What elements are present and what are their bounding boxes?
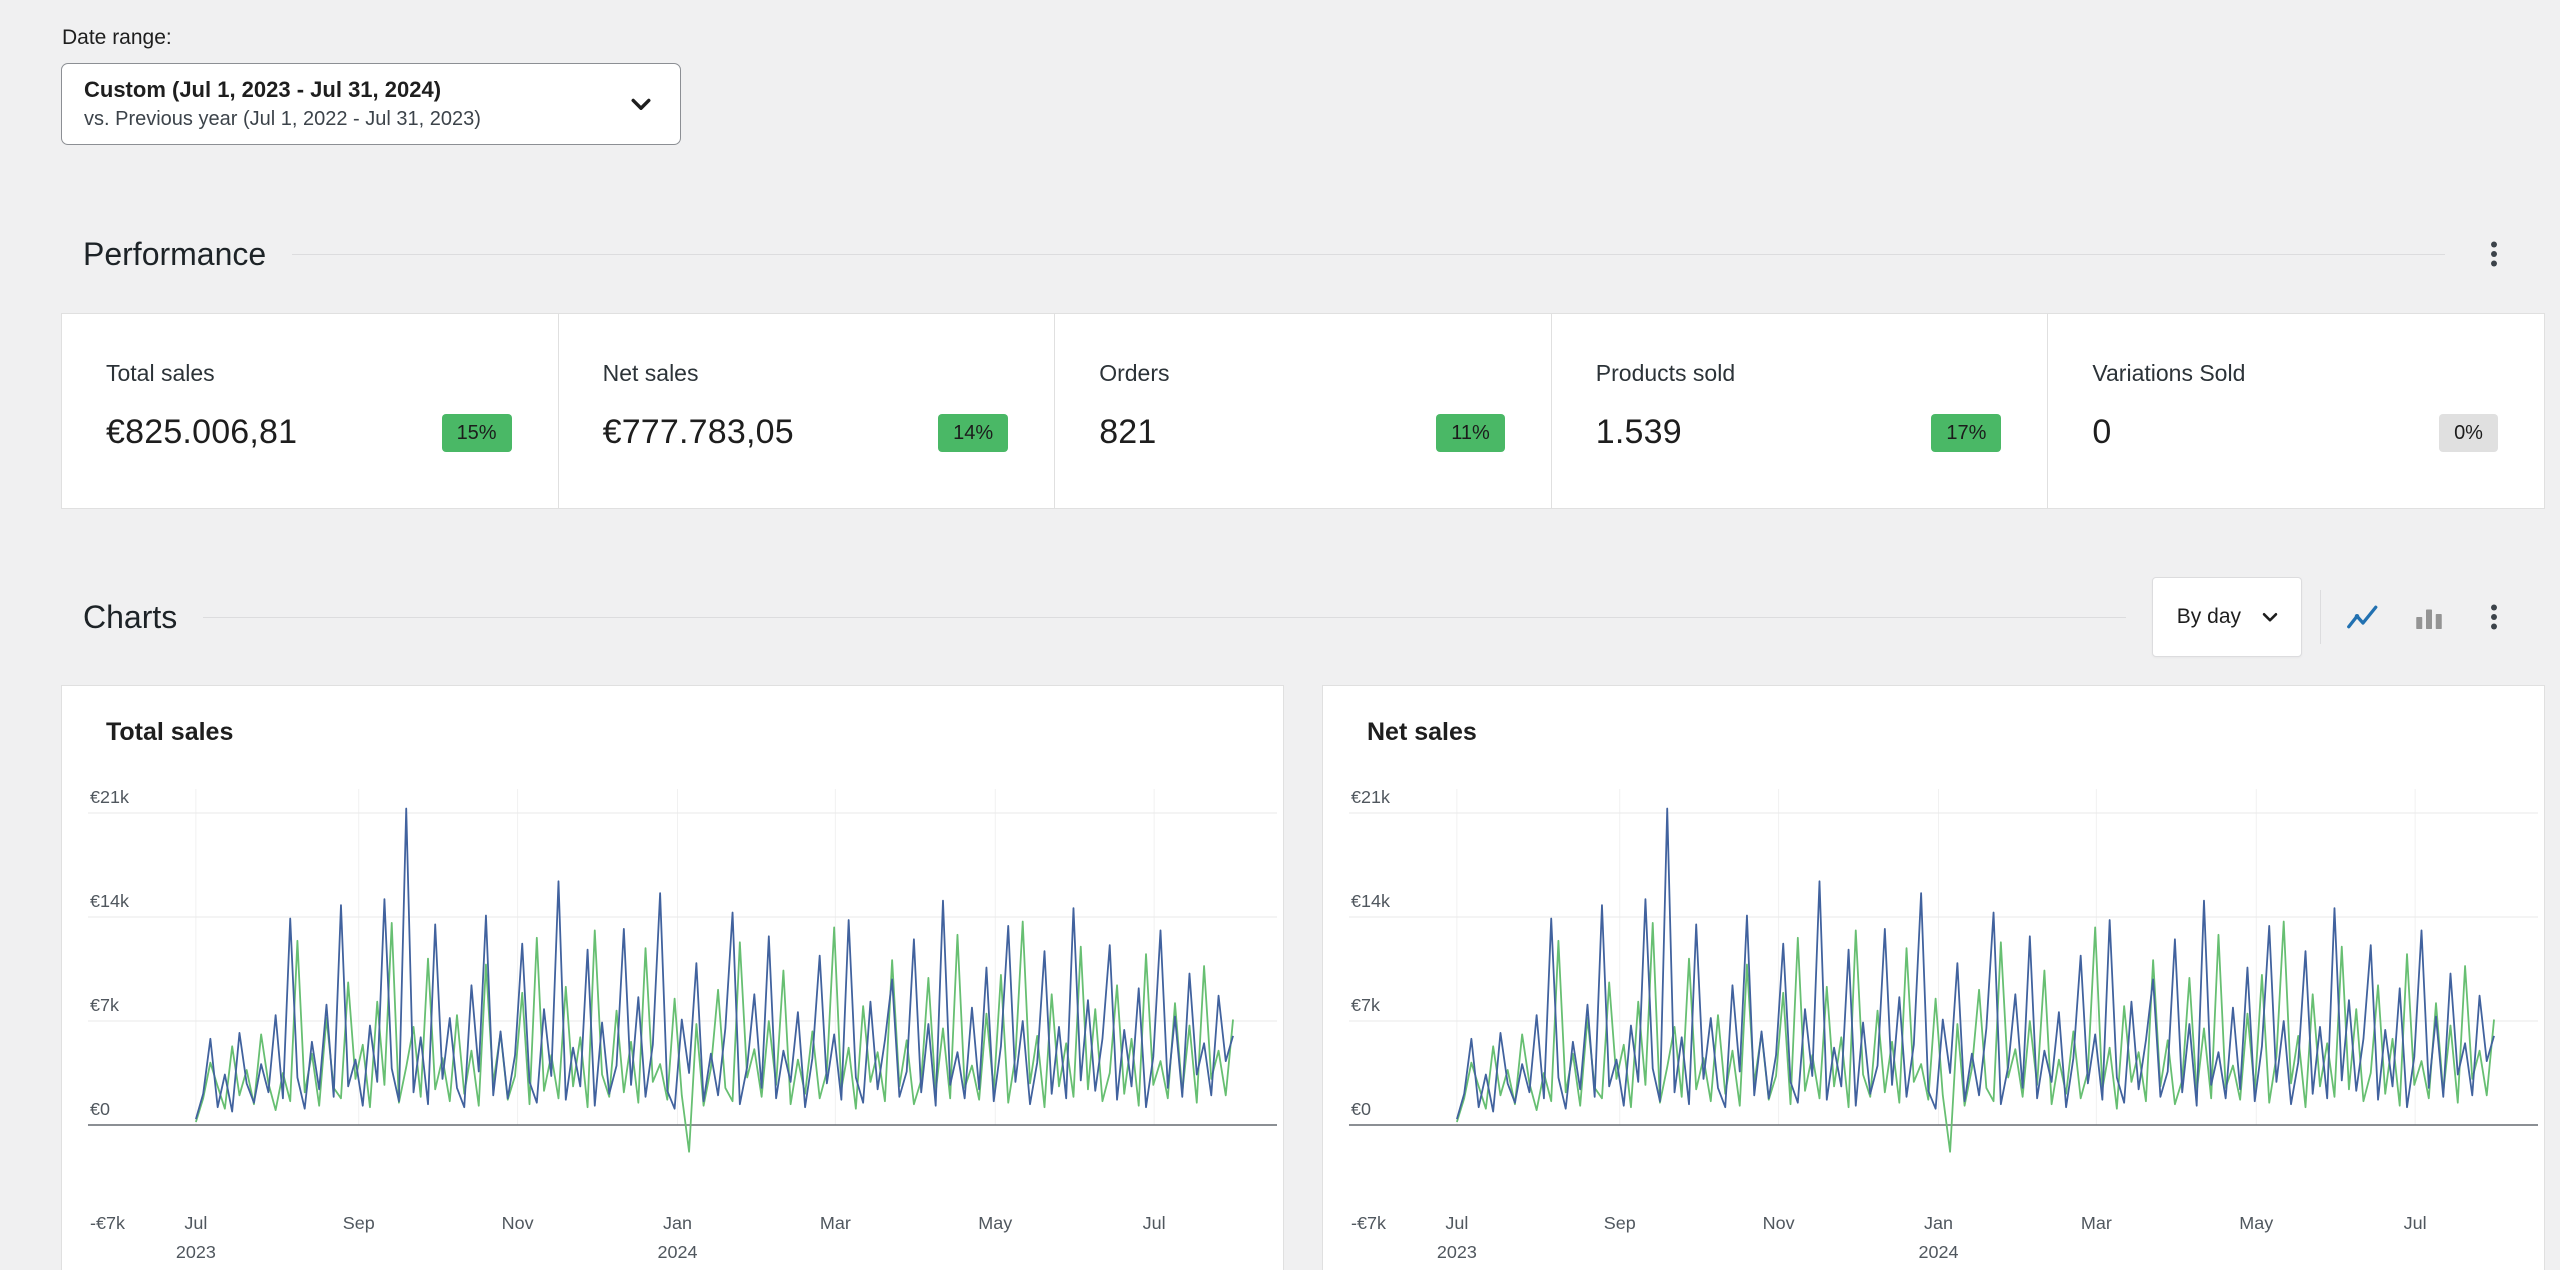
chart-card-net-sales: Net sales €21k €14k €7k €0 -€7k Jul 2023 Sep Nov… [1322,685,2545,1270]
charts-section-header: Charts By day [61,577,2545,657]
bar-chart-icon [2411,599,2447,635]
svg-text:Jan: Jan [663,1213,692,1233]
svg-text:-€7k: -€7k [1351,1213,1387,1233]
line-chart-icon [2345,599,2381,635]
svg-text:Sep: Sep [343,1213,375,1233]
summary-card-label: Total sales [106,360,512,387]
svg-text:€7k: €7k [90,995,120,1015]
charts-heading: Charts [83,599,177,636]
date-range-section: Date range: Custom (Jul 1, 2023 - Jul 31… [61,26,2545,145]
svg-text:€14k: €14k [1351,891,1391,911]
date-range-dropdown[interactable]: Custom (Jul 1, 2023 - Jul 31, 2024) vs. … [61,63,681,145]
svg-text:May: May [2239,1213,2273,1233]
summary-card-total-sales[interactable]: Total sales €825.006,81 15% [62,314,558,508]
svg-text:Mar: Mar [820,1213,851,1233]
svg-text:€7k: €7k [1351,995,1381,1015]
ellipsis-icon [2477,237,2511,271]
section-divider [203,617,2126,618]
chevron-down-icon [2257,604,2283,630]
summary-card-value: 1.539 [1596,413,1682,452]
svg-text:Nov: Nov [1763,1213,1795,1233]
interval-select[interactable]: By day [2152,577,2302,657]
summary-card-variations-sold[interactable]: Variations Sold 0 0% [2047,314,2544,508]
performance-section-header: Performance [61,231,2545,277]
chart-title: Total sales [106,718,1283,747]
svg-text:€21k: €21k [1351,787,1391,807]
svg-text:2024: 2024 [1918,1242,1958,1262]
total-sales-line-chart[interactable]: €21k €14k €7k €0 -€7k Jul 2023 Sep Nov Jan 2024 Mar… [62,759,1283,1270]
charts-controls: By day [2152,577,2517,657]
performance-summary-list: Total sales €825.006,81 15% Net sales €7… [61,313,2545,509]
net-sales-line-chart[interactable]: €21k €14k €7k €0 -€7k Jul 2023 Sep Nov Jan 2024 Mar… [1323,759,2544,1270]
summary-card-products-sold[interactable]: Products sold 1.539 17% [1551,314,2048,508]
svg-text:Jul: Jul [1143,1213,1166,1233]
chart-title: Net sales [1367,718,2544,747]
summary-card-value: 0 [2092,413,2111,452]
chart-card-total-sales: Total sales €21k €14k €7k €0 -€7k Jul 2023 Sep N… [61,685,1284,1270]
svg-text:€0: €0 [1351,1099,1371,1119]
svg-text:€0: €0 [90,1099,110,1119]
chevron-down-icon [624,87,658,121]
summary-card-net-sales[interactable]: Net sales €777.783,05 14% [558,314,1055,508]
svg-text:Mar: Mar [2081,1213,2112,1233]
svg-text:Nov: Nov [502,1213,534,1233]
summary-card-value: €825.006,81 [106,413,297,452]
line-chart-toggle[interactable] [2339,593,2387,641]
svg-text:€21k: €21k [90,787,130,807]
delta-badge: 15% [442,414,512,452]
summary-card-orders[interactable]: Orders 821 11% [1054,314,1551,508]
summary-card-label: Orders [1099,360,1505,387]
bar-chart-toggle[interactable] [2405,593,2453,641]
summary-card-label: Net sales [603,360,1009,387]
date-range-label: Date range: [62,26,2545,50]
svg-text:Sep: Sep [1604,1213,1636,1233]
delta-badge: 0% [2439,414,2498,452]
svg-text:Jul: Jul [1445,1213,1468,1233]
svg-text:Jul: Jul [184,1213,207,1233]
svg-text:2024: 2024 [657,1242,697,1262]
svg-text:2023: 2023 [176,1242,216,1262]
ellipsis-icon [2477,600,2511,634]
summary-card-value: €777.783,05 [603,413,794,452]
svg-text:€14k: €14k [90,891,130,911]
delta-badge: 14% [938,414,1008,452]
svg-text:-€7k: -€7k [90,1213,126,1233]
section-divider [292,254,2445,255]
controls-divider [2320,590,2321,644]
performance-ellipsis-button[interactable] [2471,231,2517,277]
svg-text:Jan: Jan [1924,1213,1953,1233]
analytics-page: Date range: Custom (Jul 1, 2023 - Jul 31… [0,0,2560,1270]
performance-heading: Performance [83,236,266,273]
date-range-secondary: vs. Previous year (Jul 1, 2022 - Jul 31,… [84,107,481,131]
svg-text:Jul: Jul [2404,1213,2427,1233]
summary-card-label: Products sold [1596,360,2002,387]
charts-row: Total sales €21k€14k€7k€0-€7kJul2023SepN… [61,685,2545,1270]
charts-ellipsis-button[interactable] [2471,594,2517,640]
summary-card-label: Variations Sold [2092,360,2498,387]
date-range-primary: Custom (Jul 1, 2023 - Jul 31, 2024) [84,77,481,103]
interval-select-value: By day [2177,605,2241,629]
svg-text:2023: 2023 [1437,1242,1477,1262]
delta-badge: 11% [1436,414,1505,452]
svg-text:May: May [978,1213,1012,1233]
delta-badge: 17% [1931,414,2001,452]
summary-card-value: 821 [1099,413,1156,452]
